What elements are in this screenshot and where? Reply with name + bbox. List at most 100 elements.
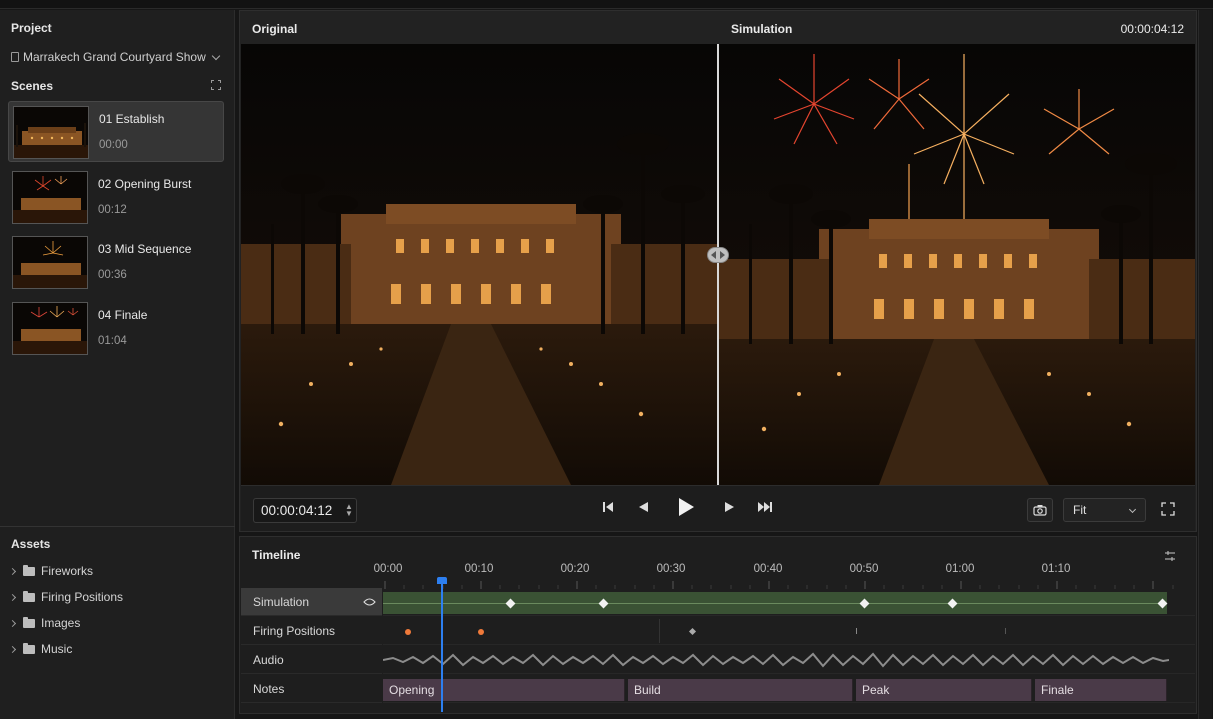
playhead[interactable]: [441, 578, 443, 712]
split-handle-icon[interactable]: [707, 247, 729, 263]
fit-value: Fit: [1073, 503, 1087, 517]
note-label: Build: [634, 683, 661, 697]
track-label-firing-positions[interactable]: Firing Positions: [241, 617, 382, 645]
scene-thumbnail: [12, 236, 88, 289]
note-clip[interactable]: Peak: [856, 679, 1032, 701]
project-name: Marrakech Grand Courtyard Show: [23, 50, 206, 64]
viewer-timecode: 00:00:04:12: [1120, 22, 1184, 36]
note-clip[interactable]: Opening: [383, 679, 625, 701]
firing-keyframe[interactable]: [688, 627, 697, 636]
note-clip[interactable]: Build: [628, 679, 853, 701]
scene-thumbnail: [12, 302, 88, 355]
step-forward-icon[interactable]: [724, 500, 736, 514]
asset-folder-music[interactable]: Music: [8, 641, 73, 657]
tick-label: 00:20: [560, 563, 590, 575]
scene-name: 01 Establish: [99, 112, 165, 126]
firing-marker[interactable]: [405, 629, 411, 635]
timecode-input[interactable]: 00:00:04:12: [253, 498, 357, 523]
timeline-title: Timeline: [252, 548, 301, 562]
caret-right-icon: [8, 645, 17, 653]
project-heading: Project: [11, 21, 52, 35]
step-back-icon[interactable]: [637, 500, 649, 514]
track-label-notes[interactable]: Notes: [241, 675, 382, 703]
firing-marker[interactable]: [478, 629, 484, 635]
split-divider[interactable]: [717, 44, 719, 485]
keyframe[interactable]: [598, 598, 609, 609]
stepper-icon[interactable]: ▲ ▼: [345, 503, 353, 518]
audio-waveform: [383, 652, 1169, 668]
asset-folder-fireworks[interactable]: Fireworks: [8, 563, 93, 579]
folder-icon: [23, 590, 35, 602]
original-label: Original: [252, 22, 298, 36]
asset-label: Images: [41, 616, 81, 630]
playback-controls: 00:00:04:12 ▲ ▼ Fit: [241, 485, 1195, 531]
tick-label: 00:00: [373, 563, 403, 575]
folder-icon: [23, 564, 35, 576]
track-label-audio[interactable]: Audio: [241, 646, 382, 674]
zoom-fit-select[interactable]: Fit: [1063, 498, 1146, 522]
eye-icon[interactable]: [363, 597, 376, 607]
snapshot-button[interactable]: [1027, 498, 1053, 522]
tick-label: 00:10: [464, 563, 494, 575]
folder-icon: [23, 616, 35, 628]
note-clip[interactable]: Finale: [1035, 679, 1167, 701]
keyframe[interactable]: [859, 598, 870, 609]
chevron-down-icon: [1128, 505, 1137, 514]
scene-time: 00:12: [98, 204, 127, 216]
keyframe[interactable]: [505, 598, 516, 609]
simulation-image: [719, 44, 1195, 485]
right-scrollbar[interactable]: [1198, 10, 1212, 719]
fit-frame-icon[interactable]: [211, 80, 221, 90]
fullscreen-icon[interactable]: [1161, 502, 1175, 516]
tick-label: 01:00: [945, 563, 975, 575]
keyframe[interactable]: [1157, 598, 1168, 609]
scene-name: 02 Opening Burst: [98, 177, 192, 191]
scene-name: 03 Mid Sequence: [98, 242, 192, 256]
tick-label: 00:50: [849, 563, 879, 575]
asset-label: Music: [41, 642, 73, 656]
simulation-track[interactable]: [383, 588, 1195, 616]
track-name: Notes: [253, 681, 285, 696]
track-label-simulation[interactable]: Simulation: [241, 588, 382, 616]
scene-name: 04 Finale: [98, 308, 148, 322]
track-divider: [659, 619, 660, 643]
skip-to-start-icon[interactable]: [602, 500, 614, 514]
firing-positions-track[interactable]: [383, 617, 1195, 645]
asset-folder-firing-positions[interactable]: Firing Positions: [8, 589, 123, 605]
note-label: Peak: [862, 683, 890, 697]
tick-label: 00:40: [753, 563, 783, 575]
caret-right-icon: [8, 593, 17, 601]
simulation-clip[interactable]: [383, 592, 1168, 614]
track-name: Audio: [253, 652, 284, 667]
track-name: Simulation: [253, 594, 310, 609]
original-image: [241, 44, 717, 485]
project-select[interactable]: Marrakech Grand Courtyard Show: [11, 49, 223, 65]
keyframe[interactable]: [947, 598, 958, 609]
scene-item[interactable]: 02 Opening Burst 00:12: [8, 167, 224, 228]
scene-item[interactable]: 03 Mid Sequence 00:36: [8, 232, 224, 293]
track-name: Firing Positions: [253, 623, 336, 638]
scene-thumbnail: [13, 106, 89, 159]
scene-item[interactable]: 04 Finale 01:04: [8, 298, 224, 359]
tracks-settings-icon[interactable]: [1164, 550, 1176, 562]
scene-time: 00:00: [99, 139, 128, 151]
tick-label: 00:30: [656, 563, 686, 575]
scene-time: 01:04: [98, 335, 127, 347]
scenes-heading: Scenes: [11, 79, 54, 93]
panel-divider: [0, 526, 235, 527]
timecode-value: 00:00:04:12: [261, 503, 333, 518]
left-panel: Project Marrakech Grand Courtyard Show S…: [0, 10, 235, 719]
folder-icon: [23, 642, 35, 654]
scene-item[interactable]: 01 Establish 00:00: [8, 101, 224, 162]
play-icon[interactable]: [677, 497, 695, 517]
caret-right-icon: [8, 567, 17, 575]
notes-track[interactable]: Opening Build Peak Finale: [383, 675, 1195, 703]
fast-forward-icon[interactable]: [757, 500, 773, 514]
comparison-view[interactable]: [241, 44, 1195, 485]
viewer-panel: Original Simulation 00:00:04:12 00:00:04…: [239, 10, 1197, 532]
app-window: Project Marrakech Grand Courtyard Show S…: [0, 0, 1213, 719]
asset-folder-images[interactable]: Images: [8, 615, 81, 631]
camera-icon: [1033, 505, 1047, 516]
audio-track[interactable]: [383, 646, 1195, 674]
simulation-line: [383, 603, 1167, 604]
